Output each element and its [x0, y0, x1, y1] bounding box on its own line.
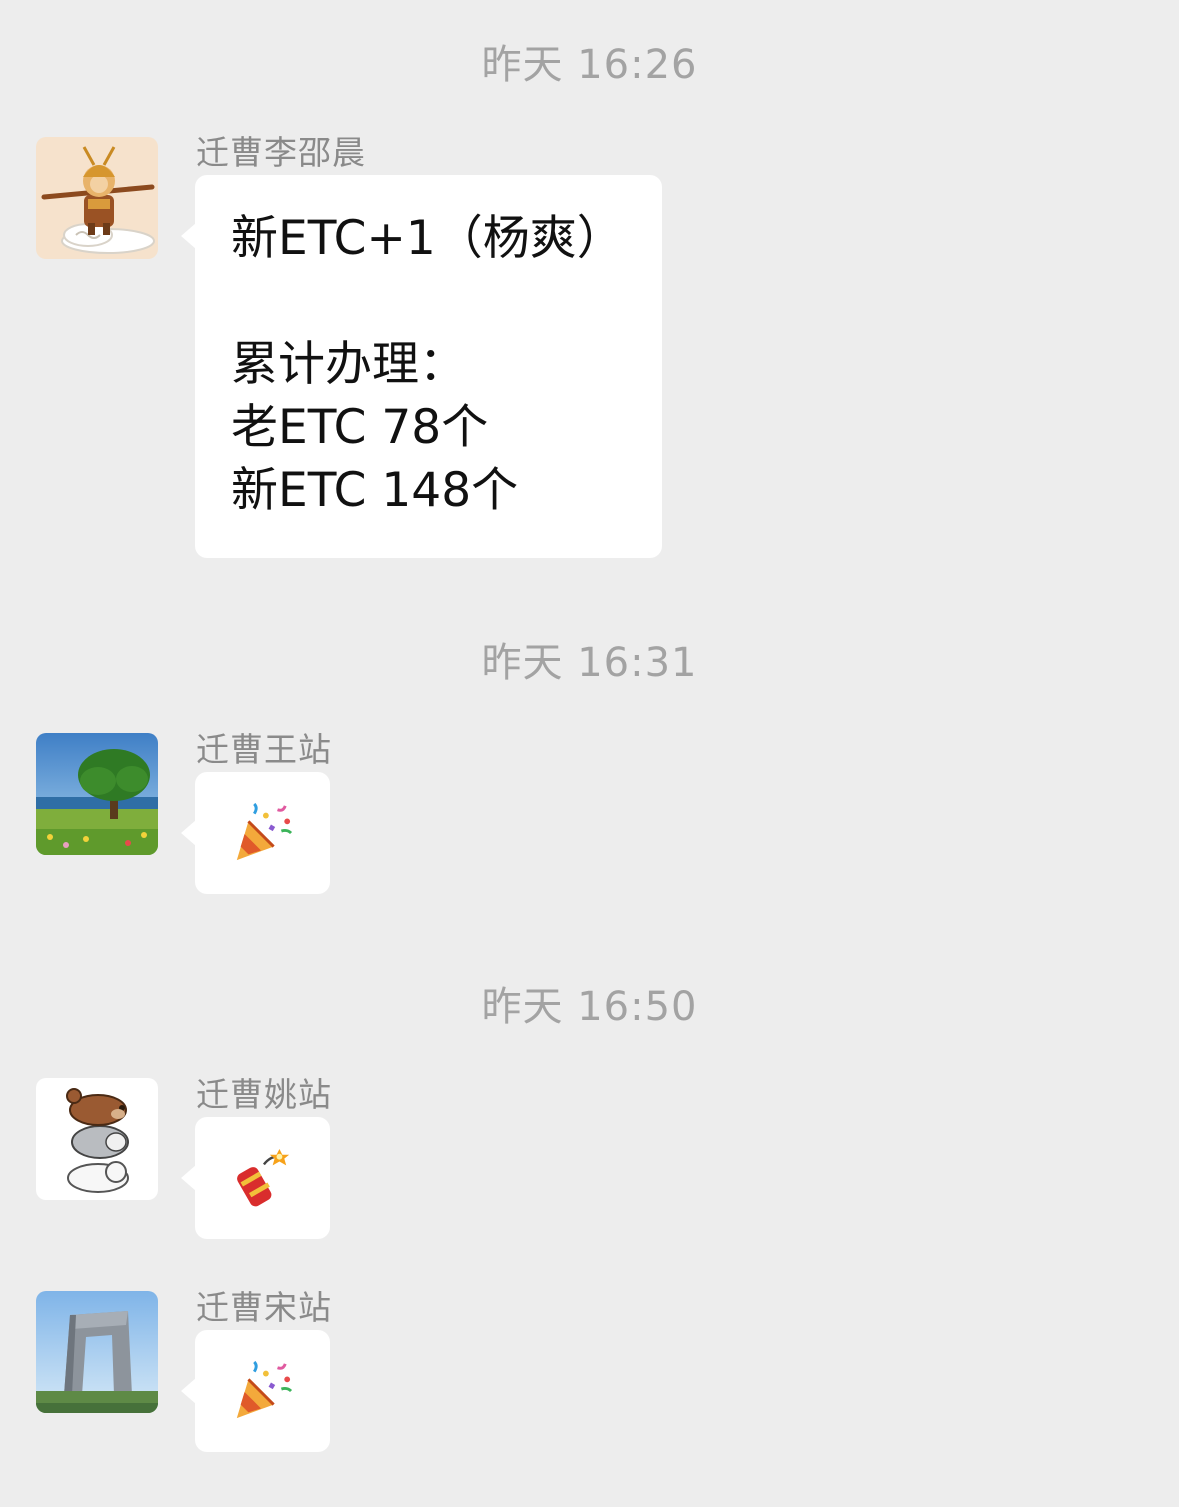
message-line: 累计办理：: [231, 337, 466, 392]
party-popper-icon: [236, 1360, 293, 1419]
sender-name-1: 迁曹李邵晨: [196, 133, 366, 172]
stacked-bears-avatar-icon: [36, 1078, 158, 1200]
avatar-sender-4[interactable]: [36, 1291, 158, 1413]
avatar-sender-1[interactable]: [36, 137, 158, 259]
message-line: 老ETC 78个: [231, 400, 489, 455]
timestamp-2: 昨天 16:31: [481, 640, 698, 686]
message-bubble-1[interactable]: 新ETC+1（杨爽） 累计办理： 老ETC 78个 新ETC 148个: [181, 175, 662, 558]
avatar-sender-2[interactable]: [36, 733, 158, 855]
message-line: 新ETC+1（杨爽）: [231, 211, 624, 266]
monkey-king-avatar-icon: [36, 137, 158, 259]
cctv-tower-avatar-icon: [36, 1291, 158, 1413]
message-bubble-2[interactable]: [181, 772, 330, 894]
avatar-sender-3[interactable]: [36, 1078, 158, 1200]
message-bubble-3[interactable]: [181, 1117, 330, 1239]
sender-name-3: 迁曹姚站: [196, 1075, 332, 1114]
message-bubble-4[interactable]: [181, 1330, 330, 1452]
message-line: [231, 270, 624, 333]
message-line: 新ETC 148个: [231, 463, 519, 518]
tree-landscape-avatar-icon: [36, 733, 158, 855]
firecracker-icon: [237, 1148, 290, 1207]
timestamp-1: 昨天 16:26: [481, 42, 698, 88]
timestamp-3: 昨天 16:50: [481, 984, 698, 1030]
sender-name-2: 迁曹王站: [196, 730, 332, 769]
sender-name-4: 迁曹宋站: [196, 1288, 332, 1327]
party-popper-icon: [236, 802, 293, 861]
